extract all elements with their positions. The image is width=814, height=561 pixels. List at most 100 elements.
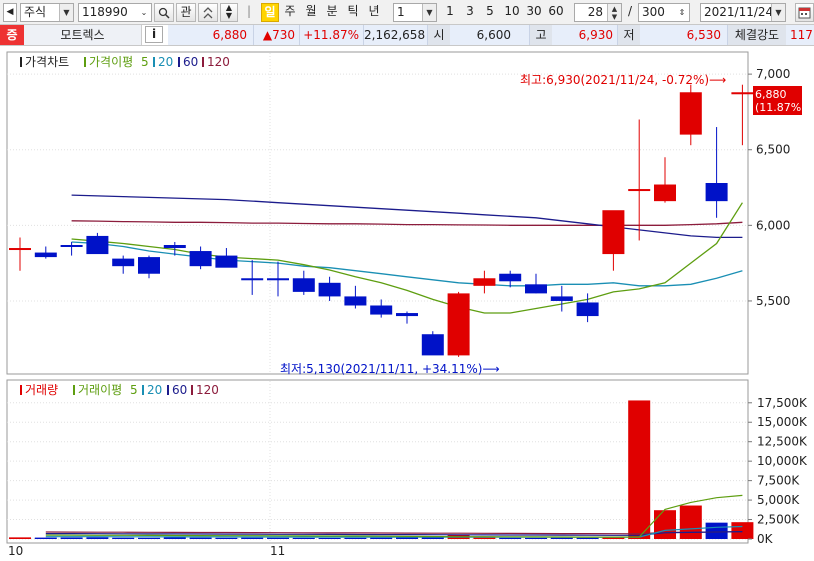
current-price: 6,880 [168,25,254,45]
interval-10-button[interactable]: 10 [502,3,522,22]
total-input[interactable]: 300 ⇕ [638,3,690,22]
candle-body [654,184,676,202]
candle-body [138,257,160,274]
volume-bar [241,537,264,539]
candle-body [163,245,186,249]
calendar-button[interactable] [795,3,814,22]
volume-bar [525,537,547,539]
stock-name[interactable]: 모트렉스 [24,25,142,45]
high-value: 6,930 [552,25,618,45]
candle-body [628,189,651,192]
panel-menu-icon[interactable]: ◀ [3,3,17,22]
search-button[interactable] [154,3,174,22]
candle-body [473,278,496,286]
last-price-label: 6,880 [755,88,787,101]
double-chevron-icon [203,7,213,19]
price-tick-label: 5,500 [756,294,790,308]
period-minute-button[interactable]: 분 [323,3,341,22]
volume-chart-title: 거래량 [25,383,58,397]
chevron-down-icon: ▼ [422,4,436,21]
period-year-button[interactable]: 년 [365,3,383,22]
favorite-button[interactable]: 관 [176,3,196,22]
volume-bar [215,537,238,539]
candle-body [112,258,135,267]
stock-code-input[interactable]: 118990 ⌄ [78,3,152,22]
volume-tick-label: 10,000K [757,454,808,468]
volume-bar [628,400,651,539]
volume-tick-label: 7,500K [757,474,800,488]
candle-body [86,235,109,255]
volume-axis: 17,500K 15,000K 12,500K 10,000K 7,500K 5,000K… [748,396,808,546]
open-value: 6,600 [450,25,530,45]
interval-select[interactable]: 1 ▼ [393,3,437,22]
chevron-down-icon: ⌄ [137,4,151,21]
candle-body [344,296,367,306]
legend-swatch [153,57,155,67]
interval-value: 1 [397,5,405,19]
interval-30-button[interactable]: 30 [524,3,544,22]
stock-info-bar: 증 모트렉스 i 6,880 ▲730 +11.87% 2,162,658 시 … [0,25,814,46]
x-label-oct: 10 [8,544,23,558]
volume-bar [267,537,289,539]
volume-bar [705,522,728,539]
info-icon[interactable]: i [145,26,163,43]
volume-bar [9,537,31,539]
volume-bar [370,537,393,539]
legend-ma60: 60 [183,55,198,69]
volume-bar [86,537,109,539]
low-annotation: 최저:5,130(2021/11/11, +34.11%)⟶ [280,362,500,376]
period-week-button[interactable]: 주 [281,3,299,22]
interval-60-button[interactable]: 60 [546,3,566,22]
total-value: 300 [642,5,665,19]
low-label: 저 [618,25,640,45]
legend-vma5: 5 [130,383,138,397]
volume-bar [138,537,160,539]
count-separator: / [627,4,633,18]
interval-5-button[interactable]: 5 [482,3,498,22]
legend-swatch [142,385,144,395]
legend-swatch [178,57,180,67]
period-month-button[interactable]: 월 [302,3,320,22]
period-day-button[interactable]: 일 [261,3,279,22]
volume-bar [473,537,496,539]
market-badge: 증 [0,25,24,45]
volume-bar [654,510,676,539]
legend-vma120: 120 [196,383,219,397]
scroll-up-button[interactable] [198,3,218,22]
legend-vma60: 60 [172,383,187,397]
legend-swatch [20,57,22,67]
volume-bar [292,537,315,539]
volume-bar [60,537,83,539]
count-input[interactable]: 28 ▲ ▼ [574,3,622,22]
candle-body [550,296,573,301]
candle-body [396,313,418,317]
volume-bar [189,537,212,539]
candle-body [292,278,315,292]
volume-tick-label: 15,000K [757,415,808,429]
volume-bar [679,505,702,539]
legend-swatch [191,385,193,395]
volume-tick-label: 12,500K [757,435,808,449]
divider: | [246,4,252,18]
legend-swatch [20,385,22,395]
interval-1-button[interactable]: 1 [442,3,458,22]
spin-button[interactable]: ▲ ▼ [220,3,238,22]
high-annotation: 최고:6,930(2021/11/24, -0.72%)⟶ [520,73,726,87]
stock-chart[interactable]: 7,000 6,500 6,000 5,500 17,500K 15,000K 12,50… [0,47,814,558]
strength-value: 117.5 [786,25,814,45]
candle-body [679,92,702,135]
market-type-select[interactable]: 주식 ▼ [20,3,74,22]
volume-bar [112,537,135,539]
volume-bar [576,537,599,539]
candle-body [731,92,754,95]
date-select[interactable]: 2021/11/24 ▼ [700,3,786,22]
candle-body [318,282,341,297]
candle-body [370,305,393,315]
interval-3-button[interactable]: 3 [462,3,478,22]
period-tick-button[interactable]: 틱 [344,3,362,22]
x-axis: 10 11 [8,544,285,558]
chevron-down-icon: ▼ [771,4,785,21]
candle-body [241,278,264,281]
candle-body [267,278,289,281]
chart-area[interactable]: 7,000 6,500 6,000 5,500 17,500K 15,000K 12,50… [0,47,814,558]
